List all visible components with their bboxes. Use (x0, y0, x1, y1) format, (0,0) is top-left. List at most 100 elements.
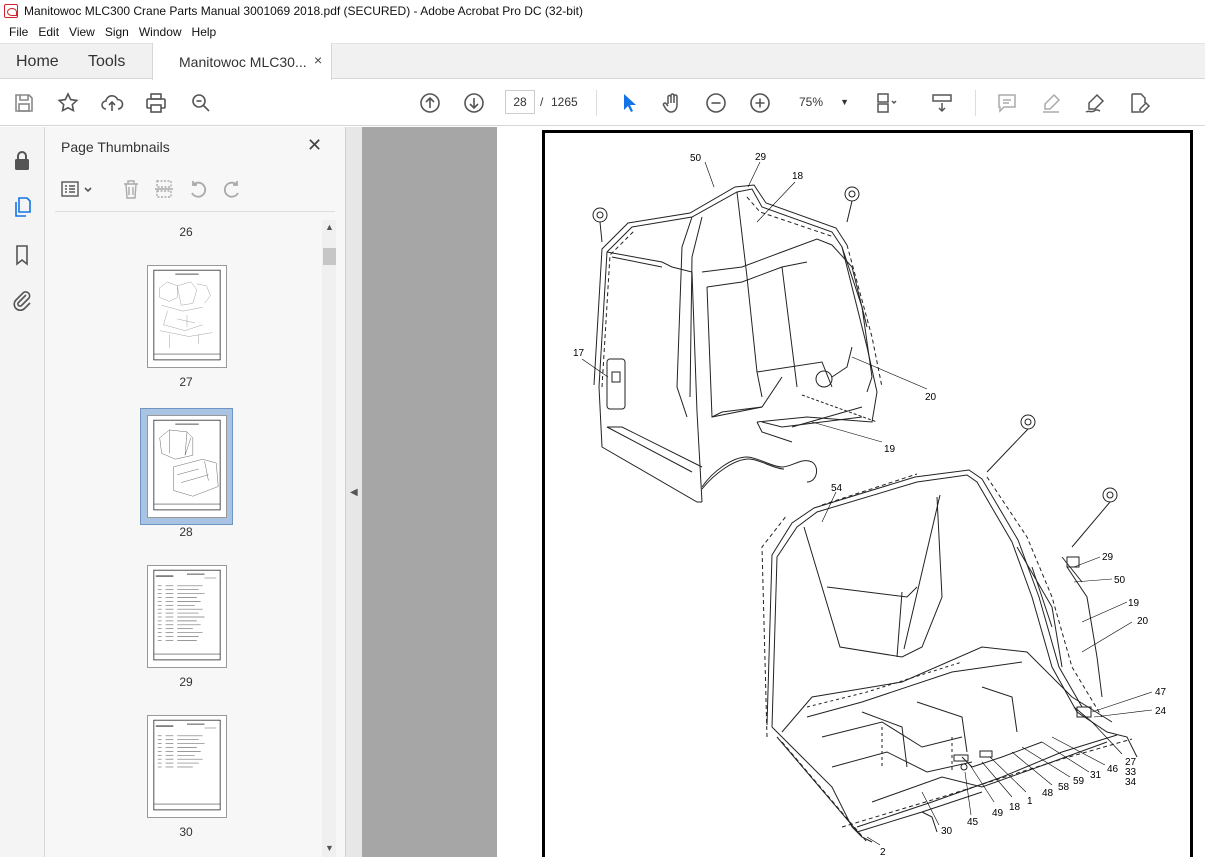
zoom-value: 75% (799, 95, 824, 109)
bookmark-star-icon[interactable] (56, 91, 80, 115)
callout-label: 48 (1042, 788, 1054, 799)
page-total: 1265 (551, 95, 578, 109)
scroll-down-icon[interactable]: ▼ (325, 843, 334, 853)
callout-label: 1 (1027, 796, 1033, 807)
callout-label: 19 (884, 444, 896, 455)
menu-sign[interactable]: Sign (100, 25, 134, 39)
panel-divider (55, 211, 335, 212)
highlight-icon[interactable] (1039, 91, 1063, 115)
tab-tools[interactable]: Tools (88, 53, 125, 71)
panel-splitter[interactable]: ◀ (345, 127, 362, 857)
attachment-icon[interactable] (10, 288, 34, 312)
callout-label: 47 (1155, 687, 1167, 698)
delete-page-icon[interactable] (120, 178, 142, 200)
callout-label: 49 (992, 808, 1004, 819)
toolbar-divider (975, 90, 976, 116)
scrollbar-thumb[interactable] (323, 248, 336, 265)
callout-label: 59 (1073, 776, 1085, 787)
main-toolbar: 28 / 1265 75% ▼ (0, 80, 1205, 126)
acrobat-app-icon (4, 4, 18, 18)
menu-help[interactable]: Help (187, 25, 222, 39)
exploded-parts-drawing: 50 29 18 17 20 19 54 29 50 19 20 47 24 2… (573, 152, 1167, 857)
callout-label: 34 (1125, 777, 1137, 788)
page-separator: / (540, 95, 544, 109)
thumbnail-preview (153, 719, 221, 811)
tab-home[interactable]: Home (16, 53, 59, 71)
upload-icon[interactable] (100, 91, 124, 115)
callout-label: 19 (1128, 598, 1140, 609)
menu-view[interactable]: View (64, 25, 100, 39)
callout-label: 50 (1114, 575, 1126, 586)
panel-close-icon[interactable]: ✕ (307, 135, 322, 156)
thumbnail-page-29[interactable] (147, 565, 227, 668)
thumbnail-options-icon[interactable] (60, 178, 96, 200)
window-title: Manitowoc MLC300 Crane Parts Manual 3001… (24, 4, 583, 18)
page-fit-icon[interactable] (874, 91, 898, 115)
select-arrow-icon[interactable] (617, 91, 641, 115)
thumbnail-label: 29 (179, 675, 193, 689)
callout-label: 2 (880, 847, 886, 857)
zoom-in-icon[interactable] (748, 91, 772, 115)
lock-icon[interactable] (10, 149, 34, 173)
search-zoom-icon[interactable] (189, 91, 213, 115)
thumbnail-page-30[interactable] (147, 715, 227, 818)
callout-label: 24 (1155, 706, 1167, 717)
menu-file[interactable]: File (4, 25, 33, 39)
callout-label: 31 (1090, 770, 1102, 781)
menu-edit[interactable]: Edit (33, 25, 64, 39)
panel-toolbar (55, 175, 335, 205)
comment-icon[interactable] (995, 91, 1019, 115)
hand-icon[interactable] (660, 91, 684, 115)
tab-document-label: Manitowoc MLC30... (179, 54, 307, 70)
callout-label: 54 (831, 483, 843, 494)
collapse-panel-icon[interactable]: ◀ (350, 487, 358, 498)
thumbnail-label: 26 (179, 225, 193, 239)
callout-label: 29 (1102, 552, 1114, 563)
tab-close-icon[interactable]: × (314, 52, 322, 68)
tab-bar: Home Tools Manitowoc MLC30... × (0, 43, 1205, 80)
thumbnail-label: 28 (179, 525, 193, 539)
zoom-out-icon[interactable] (704, 91, 728, 115)
callout-label: 58 (1058, 782, 1070, 793)
menu-bar: File Edit View Sign Window Help (0, 22, 1205, 42)
thumbnail-list: 26 27 28 29 30 (55, 215, 325, 857)
print-icon[interactable] (144, 91, 168, 115)
callout-label: 45 (967, 817, 979, 828)
thumbnail-preview (153, 569, 221, 661)
rotate-left-icon[interactable] (187, 178, 209, 200)
zoom-dropdown[interactable]: 75% ▼ (791, 91, 855, 113)
thumbnails-panel: Page Thumbnails ✕ 26 27 28 29 30 (45, 127, 345, 857)
menu-window[interactable]: Window (134, 25, 187, 39)
callout-label: 29 (755, 152, 767, 163)
thumbnail-label: 27 (179, 375, 193, 389)
callout-label: 20 (1137, 616, 1149, 627)
scroll-mode-icon[interactable] (930, 91, 954, 115)
thumbnail-label: 30 (179, 825, 193, 839)
sign-icon[interactable] (1083, 91, 1107, 115)
tab-document[interactable]: Manitowoc MLC30... × (152, 43, 332, 80)
thumbnail-preview (153, 419, 221, 511)
thumbnail-scrollbar[interactable] (322, 220, 336, 857)
thumbnail-page-27[interactable] (147, 265, 227, 368)
document-view[interactable]: 50 29 18 17 20 19 54 29 50 19 20 47 24 2… (362, 127, 1205, 857)
toolbar-divider (596, 90, 597, 116)
page-number-input[interactable]: 28 (505, 90, 535, 114)
scroll-up-icon[interactable]: ▲ (325, 222, 334, 232)
callout-label: 18 (792, 171, 804, 182)
thumbnail-page-28[interactable] (147, 415, 227, 518)
page-thumbnails-icon[interactable] (10, 195, 34, 219)
next-page-icon[interactable] (462, 91, 486, 115)
chevron-down-icon: ▼ (840, 97, 849, 107)
rotate-right-icon[interactable] (221, 178, 243, 200)
callout-label: 46 (1107, 764, 1119, 775)
save-icon[interactable] (12, 91, 36, 115)
extract-page-icon[interactable] (153, 178, 175, 200)
prev-page-icon[interactable] (418, 91, 442, 115)
panel-title: Page Thumbnails (61, 139, 170, 155)
edit-pdf-icon[interactable] (1127, 91, 1151, 115)
callout-label: 18 (1009, 802, 1021, 813)
callout-label: 30 (941, 826, 953, 837)
bookmarks-icon[interactable] (10, 243, 34, 267)
callout-label: 17 (573, 348, 585, 359)
left-rail (0, 127, 45, 857)
